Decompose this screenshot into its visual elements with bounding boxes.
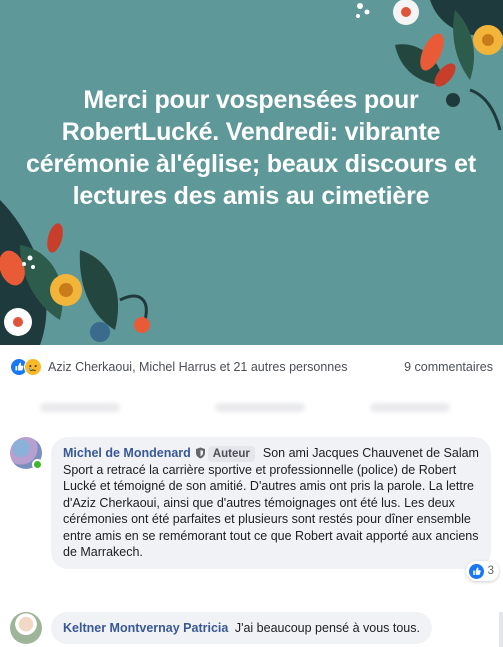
online-status-dot <box>32 459 43 470</box>
blurred-action-bar <box>0 389 503 427</box>
comment-reaction-count[interactable]: 3 <box>465 561 499 582</box>
comment-author[interactable]: Keltner Montvernay Patricia <box>63 621 228 635</box>
post-image[interactable]: Merci pour vospensées pour RobertLucké. … <box>0 0 503 345</box>
comment-bubble: Michel de Mondenard Auteur Son ami Jacques… <box>51 437 499 582</box>
comments-count-link[interactable]: 9 commentaires <box>404 360 493 374</box>
like-count-value: 3 <box>487 565 494 578</box>
avatar[interactable] <box>10 612 42 644</box>
comment-bubble: Keltner Montvernay Patricia J'ai beaucou… <box>51 612 432 645</box>
post-headline: Merci pour vospensées pour RobertLucké. … <box>26 86 476 210</box>
reaction-names: Aziz Cherkaoui, Michel Harrus et 21 autr… <box>48 360 348 374</box>
comment-text: J'ai beaucoup pensé à vous tous. <box>234 621 420 635</box>
comment: Michel de Mondenard Auteur Son ami Jacques… <box>10 437 499 582</box>
comment: Keltner Montvernay Patricia J'ai beaucou… <box>10 612 432 645</box>
sad-icon <box>24 358 42 376</box>
like-icon <box>468 563 484 579</box>
reactions-summary[interactable]: Aziz Cherkaoui, Michel Harrus et 21 autr… <box>10 358 347 376</box>
reactions-bar: Aziz Cherkaoui, Michel Harrus et 21 autr… <box>0 345 503 389</box>
bottom-left-flowers <box>0 200 150 345</box>
author-badge: Auteur <box>207 446 255 462</box>
comment-text: Son ami Jacques Chauvenet de Salam Sport… <box>63 446 479 560</box>
avatar[interactable] <box>10 437 43 470</box>
scrollbar[interactable] <box>499 612 503 647</box>
comment-author[interactable]: Michel de Mondenard <box>63 446 191 460</box>
shield-icon <box>195 447 205 459</box>
reaction-icons <box>10 358 42 376</box>
